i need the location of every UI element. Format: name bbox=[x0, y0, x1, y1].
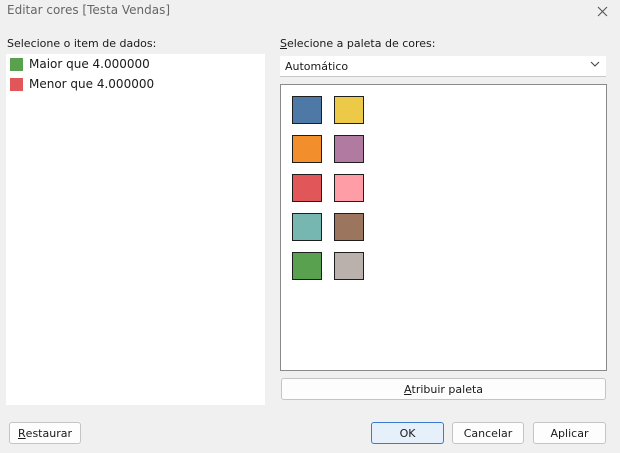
data-item-label: Selecione o item de dados: bbox=[7, 37, 157, 50]
palette-swatch[interactable] bbox=[334, 213, 364, 241]
title-bar: Editar cores [Testa Vendas] bbox=[0, 0, 620, 22]
data-item-list: Maior que 4.000000 Menor que 4.000000 bbox=[6, 54, 265, 405]
palette-swatch[interactable] bbox=[292, 96, 322, 124]
palette-swatch[interactable] bbox=[292, 135, 322, 163]
palette-swatch[interactable] bbox=[292, 174, 322, 202]
palette-swatch[interactable] bbox=[334, 174, 364, 202]
palette-select-value: Automático bbox=[285, 60, 349, 73]
palette-swatch[interactable] bbox=[334, 252, 364, 280]
assign-palette-button[interactable]: Atribuir paleta bbox=[281, 378, 606, 400]
data-item-less[interactable]: Menor que 4.000000 bbox=[6, 74, 265, 94]
palette-swatch[interactable] bbox=[292, 213, 322, 241]
data-item-text: Menor que 4.000000 bbox=[29, 77, 155, 91]
color-swatch-icon bbox=[10, 77, 23, 91]
close-icon bbox=[597, 6, 607, 16]
chevron-down-icon bbox=[590, 61, 600, 67]
close-button[interactable] bbox=[592, 1, 612, 21]
palette-swatch[interactable] bbox=[334, 96, 364, 124]
window-title: Editar cores [Testa Vendas] bbox=[7, 3, 171, 17]
data-item-greater[interactable]: Maior que 4.000000 bbox=[6, 54, 265, 74]
reset-button[interactable]: Restaurar bbox=[9, 422, 81, 444]
palette-label: Selecione a paleta de cores: bbox=[280, 37, 436, 50]
palette-select[interactable]: Automático bbox=[280, 56, 606, 77]
palette-swatch[interactable] bbox=[292, 252, 322, 280]
palette-swatch[interactable] bbox=[334, 135, 364, 163]
apply-button[interactable]: Aplicar bbox=[533, 422, 606, 444]
color-swatch-icon bbox=[10, 57, 23, 71]
data-item-text: Maior que 4.000000 bbox=[29, 57, 150, 71]
palette-swatch-grid bbox=[280, 84, 607, 371]
ok-button[interactable]: OK bbox=[371, 422, 444, 444]
cancel-button[interactable]: Cancelar bbox=[452, 422, 524, 444]
